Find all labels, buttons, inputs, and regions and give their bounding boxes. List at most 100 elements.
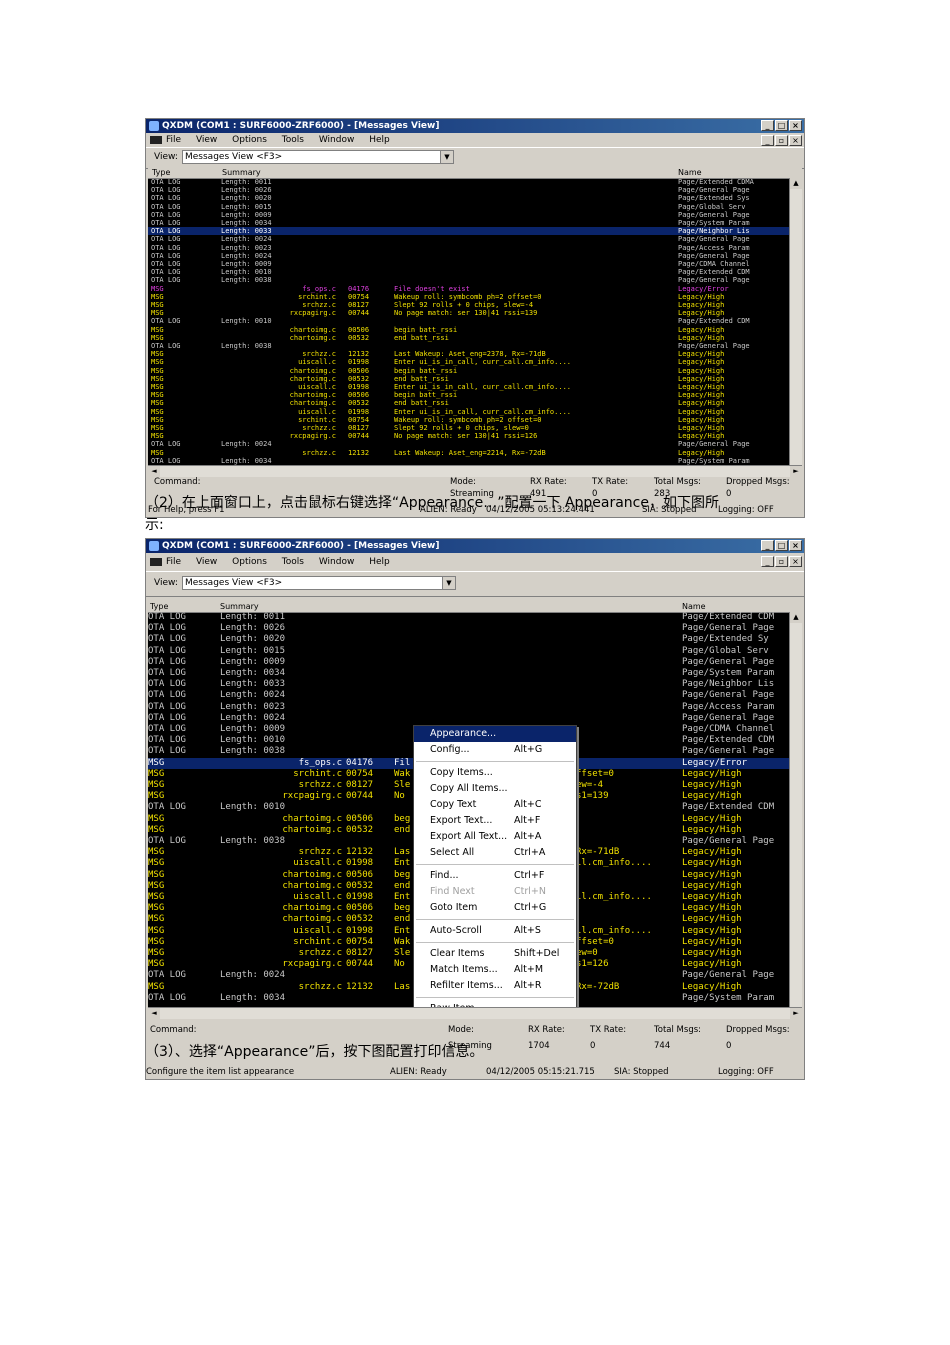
- child-close-button[interactable]: ×: [789, 135, 802, 146]
- table-row[interactable]: MSG srchint.c 00754 Wakeup roll: symbcomb p…: [148, 293, 790, 301]
- horizontal-scrollbar[interactable]: ◄ ►: [148, 465, 802, 477]
- table-row[interactable]: MSG srchzz.c 12132 Last Wakeup: Aset_eng=23…: [148, 350, 790, 358]
- menu-item-auto-scroll[interactable]: Auto-Scroll Alt+S: [414, 923, 576, 939]
- table-row[interactable]: OTA LOG Length: 0020 Page/Extended Sy: [148, 634, 790, 645]
- table-row[interactable]: MSG chartoimg.c 00532 end batt_rssi Legacy/H…: [148, 399, 790, 407]
- scroll-left-icon[interactable]: ◄: [148, 466, 160, 477]
- minimize-button[interactable]: _: [761, 120, 774, 131]
- table-row[interactable]: MSG srchzz.c 08127 Slept 92 rolls + 0 chips…: [148, 301, 790, 309]
- close-button[interactable]: ×: [789, 540, 802, 551]
- table-row[interactable]: OTA LOG Length: 0009 Page/General Page: [148, 657, 790, 668]
- menu-item-goto-item[interactable]: Goto Item Ctrl+G: [414, 900, 576, 916]
- child-minimize-button[interactable]: _: [761, 135, 774, 146]
- child-close-button[interactable]: ×: [789, 556, 802, 567]
- column-type[interactable]: Type: [152, 167, 170, 178]
- table-row[interactable]: OTA LOG Length: 0015 Page/Global Serv: [148, 646, 790, 657]
- menu-item-export-text[interactable]: Export Text... Alt+F: [414, 813, 576, 829]
- app-menu-icon[interactable]: [150, 558, 162, 566]
- menu-item-copy-text[interactable]: Copy Text Alt+C: [414, 797, 576, 813]
- column-name[interactable]: Name: [682, 601, 706, 612]
- menu-help[interactable]: Help: [369, 557, 390, 567]
- table-row[interactable]: OTA LOG Length: 0010 Page/Extended CDM: [148, 268, 790, 276]
- horizontal-scrollbar[interactable]: ◄ ►: [148, 1007, 802, 1019]
- column-type[interactable]: Type: [150, 601, 168, 612]
- scroll-right-icon[interactable]: ►: [790, 466, 802, 477]
- table-row[interactable]: OTA LOG Length: 0010 Page/Extended CDM: [148, 317, 790, 325]
- table-row[interactable]: MSG chartoimg.c 00532 end batt_rssi Legacy/H…: [148, 334, 790, 342]
- table-row[interactable]: OTA LOG Length: 0023 Page/Access Param: [148, 244, 790, 252]
- close-button[interactable]: ×: [789, 120, 802, 131]
- column-name[interactable]: Name: [678, 167, 702, 178]
- table-row[interactable]: MSG rxcpagirg.c 00744 No page match: ser 13…: [148, 309, 790, 317]
- app-menu-icon[interactable]: [150, 136, 162, 144]
- table-row[interactable]: OTA LOG Length: 0024 Page/General Page: [148, 235, 790, 243]
- table-row[interactable]: OTA LOG Length: 0023 Page/Access Param: [148, 702, 790, 713]
- table-row[interactable]: OTA LOG Length: 0033 Page/Neighbor Lis: [148, 227, 790, 236]
- scroll-up-icon[interactable]: ▲: [790, 178, 802, 189]
- table-row[interactable]: MSG srchzz.c 12132 Last Wakeup: Aset_eng=22…: [148, 449, 790, 457]
- menu-options[interactable]: Options: [232, 135, 267, 145]
- view-dropdown[interactable]: Messages View <F3> ▼: [182, 576, 456, 590]
- menu-item-export-all-text[interactable]: Export All Text... Alt+A: [414, 829, 576, 845]
- child-minimize-button[interactable]: _: [761, 556, 774, 567]
- scroll-right-icon[interactable]: ►: [790, 1008, 802, 1019]
- column-summary[interactable]: Summary: [222, 167, 261, 178]
- menu-item-clear-items[interactable]: Clear Items Shift+Del: [414, 946, 576, 962]
- menu-item-appearance[interactable]: Appearance...: [414, 726, 576, 742]
- menu-window[interactable]: Window: [319, 135, 355, 145]
- minimize-button[interactable]: _: [761, 540, 774, 551]
- column-summary[interactable]: Summary: [220, 601, 259, 612]
- vertical-scrollbar[interactable]: ▲: [789, 178, 802, 465]
- vertical-scrollbar[interactable]: ▲: [789, 612, 802, 1007]
- table-row[interactable]: OTA LOG Length: 0015 Page/Global Serv: [148, 203, 790, 211]
- child-restore-button[interactable]: ▫: [775, 556, 788, 567]
- table-row[interactable]: MSG chartoimg.c 00506 begin batt_rssi Legacy…: [148, 326, 790, 334]
- menu-help[interactable]: Help: [369, 135, 390, 145]
- table-row[interactable]: OTA LOG Length: 0034 Page/System Param: [148, 219, 790, 227]
- table-row[interactable]: OTA LOG Length: 0038 Page/General Page: [148, 342, 790, 350]
- chevron-down-icon[interactable]: ▼: [442, 577, 455, 589]
- table-row[interactable]: OTA LOG Length: 0038 Page/General Page: [148, 276, 790, 284]
- chevron-down-icon[interactable]: ▼: [440, 151, 453, 163]
- menu-item-select-all[interactable]: Select All Ctrl+A: [414, 845, 576, 861]
- menu-file[interactable]: File: [166, 557, 181, 567]
- view-dropdown[interactable]: Messages View <F3> ▼: [182, 150, 454, 164]
- table-row[interactable]: MSG fs_ops.c 04176 File doesn't exist Legacy…: [148, 285, 790, 293]
- menu-window[interactable]: Window: [319, 557, 355, 567]
- menu-item-copy-items[interactable]: Copy Items...: [414, 765, 576, 781]
- menu-tools[interactable]: Tools: [282, 135, 304, 145]
- table-row[interactable]: OTA LOG Length: 0024 Page/General Page: [148, 440, 790, 448]
- table-row[interactable]: OTA LOG Length: 0011 Page/Extended CDMA: [148, 178, 790, 186]
- table-row[interactable]: OTA LOG Length: 0024 Page/General Page: [148, 690, 790, 701]
- table-row[interactable]: OTA LOG Length: 0011 Page/Extended CDM: [148, 612, 790, 623]
- menu-tools[interactable]: Tools: [282, 557, 304, 567]
- scroll-up-icon[interactable]: ▲: [790, 612, 802, 623]
- table-row[interactable]: OTA LOG Length: 0026 Page/General Page: [148, 186, 790, 194]
- table-row[interactable]: OTA LOG Length: 0024 Page/General Page: [148, 713, 790, 724]
- table-row[interactable]: OTA LOG Length: 0009 Page/CDMA Channel: [148, 260, 790, 268]
- message-list[interactable]: Type Summary Name OTA LOG Length: 0011 Pag…: [148, 167, 802, 465]
- table-row[interactable]: OTA LOG Length: 0020 Page/Extended Sys: [148, 194, 790, 202]
- table-row[interactable]: OTA LOG Length: 0033 Page/Neighbor Lis: [148, 679, 790, 690]
- scroll-left-icon[interactable]: ◄: [148, 1008, 160, 1019]
- table-row[interactable]: OTA LOG Length: 0034 Page/System Param: [148, 457, 790, 465]
- menu-item-copy-all-items[interactable]: Copy All Items...: [414, 781, 576, 797]
- table-row[interactable]: MSG uiscall.c 01998 Enter ui_is_in_call, cu…: [148, 383, 790, 391]
- table-row[interactable]: OTA LOG Length: 0034 Page/System Param: [148, 668, 790, 679]
- menu-file[interactable]: File: [166, 135, 181, 145]
- menu-view[interactable]: View: [196, 135, 217, 145]
- table-row[interactable]: MSG chartoimg.c 00506 begin batt_rssi Legacy…: [148, 367, 790, 375]
- table-row[interactable]: MSG uiscall.c 01998 Enter ui_is_in_call, cu…: [148, 408, 790, 416]
- table-row[interactable]: MSG rxcpagirg.c 00744 No page match: ser 13…: [148, 432, 790, 440]
- menu-options[interactable]: Options: [232, 557, 267, 567]
- table-row[interactable]: OTA LOG Length: 0024 Page/General Page: [148, 252, 790, 260]
- table-row[interactable]: OTA LOG Length: 0026 Page/General Page: [148, 623, 790, 634]
- table-row[interactable]: MSG srchzz.c 08127 Slept 92 rolls + 0 chips…: [148, 424, 790, 432]
- table-row[interactable]: MSG srchint.c 00754 Wakeup roll: symbcomb p…: [148, 416, 790, 424]
- table-row[interactable]: MSG chartoimg.c 00532 end batt_rssi Legacy/H…: [148, 375, 790, 383]
- menu-item-match-items[interactable]: Match Items... Alt+M: [414, 962, 576, 978]
- table-row[interactable]: MSG uiscall.c 01998 Enter ui_is_in_call, cu…: [148, 358, 790, 366]
- table-row[interactable]: MSG chartoimg.c 00506 begin batt_rssi Legacy…: [148, 391, 790, 399]
- menu-view[interactable]: View: [196, 557, 217, 567]
- menu-item-find[interactable]: Find... Ctrl+F: [414, 868, 576, 884]
